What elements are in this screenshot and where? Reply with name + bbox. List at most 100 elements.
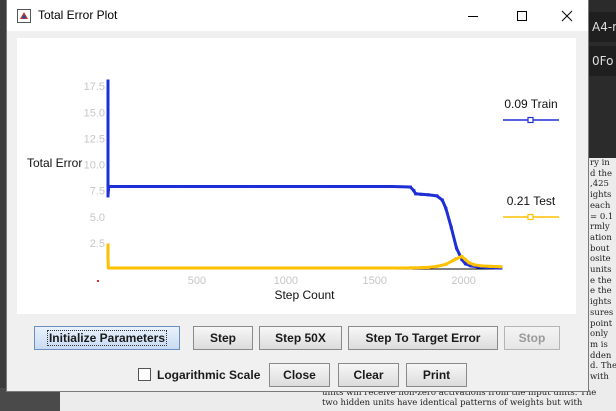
series-point-test <box>408 266 412 270</box>
logarithmic-scale-checkbox[interactable] <box>138 368 151 381</box>
x-tick-label: 500 <box>188 275 206 287</box>
stop-button[interactable]: Stop <box>504 326 560 350</box>
series-point-train <box>319 184 323 188</box>
document-line: e the <box>590 286 612 297</box>
document-line: units <box>590 265 612 276</box>
x-tick-label: 1000 <box>274 275 298 287</box>
y-tick-label: 2.5 <box>90 238 105 250</box>
series-point-test <box>472 263 476 267</box>
series-point-train <box>110 184 114 188</box>
series-point-train <box>426 193 430 197</box>
series-point-test <box>106 243 110 247</box>
document-line: only <box>590 329 609 340</box>
legend-marker-test <box>527 213 534 221</box>
series-point-train <box>414 192 418 196</box>
document-line: osite <box>590 254 611 265</box>
document-line: two hidden units have identical patterns… <box>322 398 583 408</box>
y-tick-label: 12.5 <box>84 133 105 145</box>
initialize-parameters-button[interactable]: Initialize Parameters <box>34 326 180 350</box>
document-line: with <box>590 372 609 383</box>
maximize-icon <box>517 10 527 21</box>
document-line: ights <box>590 190 612 201</box>
y-tick-label: 7.5 <box>90 186 105 198</box>
step-to-target-error-button[interactable]: Step To Target Error <box>348 326 498 350</box>
series-point-train <box>248 184 252 188</box>
close-icon <box>561 10 573 21</box>
series-line-test <box>106 245 502 270</box>
document-line: rmly <box>590 222 610 233</box>
print-button[interactable]: Print <box>406 363 467 387</box>
series-point-train <box>435 194 439 198</box>
window-title: Total Error Plot <box>38 8 118 22</box>
series-point-test <box>106 257 110 261</box>
series-point-train <box>444 206 448 210</box>
document-line: sures <box>590 307 614 318</box>
series-point-train <box>106 194 110 198</box>
series-point-test <box>444 262 448 266</box>
step-50x-button[interactable]: Step 50X <box>259 326 342 350</box>
y-axis-label: Total Error <box>27 156 82 170</box>
title-bar[interactable]: Total Error Plot <box>7 0 588 31</box>
series-point-test <box>463 258 467 262</box>
series-point-test <box>460 254 464 258</box>
origin-marker <box>97 280 99 282</box>
document-line: ry in <box>590 158 610 168</box>
document-line: ation <box>590 232 612 243</box>
step-button[interactable]: Step <box>193 326 253 350</box>
background-tab[interactable]: 0Fo <box>588 46 616 76</box>
minimize-button[interactable] <box>450 0 496 31</box>
total-error-plot-window: Total Error Plot 2.5 5.0 7.5 10.0 12.5 15.0 17… <box>7 0 588 391</box>
series-point-train <box>408 185 412 189</box>
x-axis-label: Step Count <box>274 288 335 302</box>
series-point-train <box>106 188 110 192</box>
series-point-train <box>440 198 444 202</box>
series-point-train <box>419 192 423 196</box>
close-button[interactable]: Close <box>269 363 330 387</box>
document-line: bout <box>590 243 610 254</box>
background-strip <box>0 388 60 411</box>
y-tick-label: 5.0 <box>90 212 105 224</box>
series-point-test <box>455 257 459 261</box>
document-line: each <box>590 200 611 211</box>
document-line: = 0.1 <box>590 211 614 222</box>
series-point-test <box>488 264 492 268</box>
legend-label-test: 0.21 Test <box>507 194 556 208</box>
series-point-train <box>177 184 181 188</box>
series-point-test <box>435 264 439 268</box>
y-tick-label: 10.0 <box>84 160 105 172</box>
close-window-button[interactable] <box>544 0 590 31</box>
series-point-train <box>455 246 459 250</box>
minimize-icon <box>468 15 478 17</box>
maximize-button[interactable] <box>499 0 545 31</box>
clear-button[interactable]: Clear <box>338 363 399 387</box>
document-line: e the <box>590 275 612 286</box>
background-tab[interactable]: A4-n <box>588 12 616 42</box>
document-line: d. The <box>590 361 616 372</box>
x-tick-label: 1500 <box>362 275 386 287</box>
background-document: ry in d the ,425 ights each = 0.1 rmly ation bou… <box>588 158 616 411</box>
series-point-test <box>319 266 323 270</box>
document-line: m is <box>590 339 608 350</box>
series-point-train <box>412 189 416 193</box>
series-line-train <box>106 81 502 270</box>
plot-panel: 2.5 5.0 7.5 10.0 12.5 15.0 17.5 500 1000 1500 2000… <box>17 38 576 314</box>
series-point-test <box>426 265 430 269</box>
series-point-train <box>463 262 467 266</box>
series-point-test <box>177 266 181 270</box>
document-line: point <box>590 318 613 329</box>
series-point-train <box>449 225 453 229</box>
document-line: d the <box>590 168 613 179</box>
series-point-test <box>467 261 471 265</box>
series-point-test <box>108 266 112 270</box>
series-point-test <box>451 259 455 263</box>
document-line: dden <box>590 350 612 361</box>
series-point-test <box>499 265 503 269</box>
x-tick-label: 2000 <box>451 275 475 287</box>
error-chart: 2.5 5.0 7.5 10.0 12.5 15.0 17.5 500 1000 1500 2000… <box>27 79 559 302</box>
logarithmic-scale-label[interactable]: Logarithmic Scale <box>157 368 260 382</box>
series-point-train <box>106 79 110 83</box>
y-tick-label: 15.0 <box>84 107 105 119</box>
series-point-test <box>479 264 483 268</box>
series-point-test <box>248 266 252 270</box>
y-tick-label: 17.5 <box>84 81 105 93</box>
